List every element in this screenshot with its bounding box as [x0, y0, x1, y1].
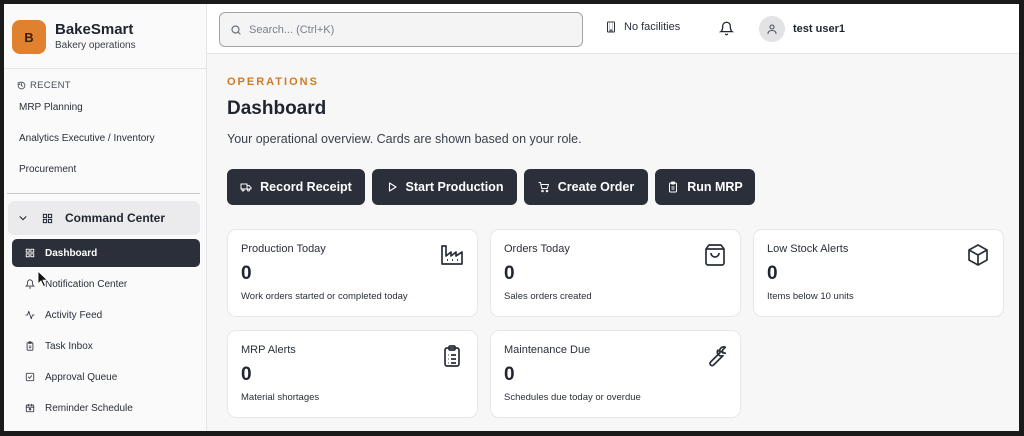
brand[interactable]: B BakeSmart Bakery operations: [12, 20, 136, 54]
card-value: 0: [241, 263, 252, 284]
card-description: Items below 10 units: [767, 291, 854, 302]
card-value: 0: [504, 263, 515, 284]
recent-item-analytics-inventory[interactable]: Analytics Executive / Inventory: [19, 133, 155, 144]
recent-heading-label: RECENT: [30, 80, 71, 91]
facility-label: No facilities: [624, 21, 681, 33]
check-square-icon: [25, 372, 35, 382]
card-description: Work orders started or completed today: [241, 291, 408, 302]
nav-section-command-center[interactable]: Command Center: [8, 201, 200, 235]
card-value: 0: [241, 364, 252, 385]
sidebar-item-label: Reminder Schedule: [45, 402, 133, 414]
divider: [4, 68, 207, 69]
sidebar-item-label: Task Inbox: [45, 340, 93, 352]
section-eyebrow: OPERATIONS: [227, 76, 319, 88]
card-mrp-alerts[interactable]: MRP Alerts 0 Material shortages: [227, 330, 478, 418]
nav-section-label: Command Center: [65, 211, 166, 225]
recent-heading: RECENT: [17, 80, 71, 91]
sidebar: B BakeSmart Bakery operations RECENT MRP…: [4, 4, 207, 431]
user-menu[interactable]: test user1: [759, 16, 845, 42]
start-production-button[interactable]: Start Production: [372, 169, 517, 205]
building-icon: [607, 21, 615, 33]
card-value: 0: [504, 364, 515, 385]
cart-icon: [538, 182, 549, 193]
card-title: Low Stock Alerts: [767, 243, 849, 255]
card-title: Production Today: [241, 243, 326, 255]
card-description: Sales orders created: [504, 291, 592, 302]
main-content: OPERATIONS Dashboard Your operational ov…: [207, 55, 1019, 431]
truck-icon: [240, 183, 252, 192]
card-title: Maintenance Due: [504, 344, 591, 356]
grid-icon: [42, 213, 53, 223]
bell-icon: [25, 279, 35, 289]
card-description: Material shortages: [241, 392, 320, 403]
facility-selector[interactable]: No facilities: [605, 21, 680, 33]
search-input[interactable]: [249, 23, 549, 36]
search-icon: [231, 24, 241, 35]
factory-icon: [441, 245, 463, 265]
card-low-stock-alerts[interactable]: Low Stock Alerts 0 Items below 10 units: [753, 229, 1004, 317]
card-orders-today[interactable]: Orders Today 0 Sales orders created: [490, 229, 741, 317]
button-label: Run MRP: [687, 180, 743, 194]
recent-item-procurement[interactable]: Procurement: [19, 164, 76, 175]
app-window: B BakeSmart Bakery operations RECENT MRP…: [4, 4, 1019, 431]
avatar: [759, 16, 785, 42]
card-description: Schedules due today or overdue: [504, 392, 641, 403]
sidebar-item-reminder-schedule[interactable]: Reminder Schedule: [12, 394, 200, 422]
page-title: Dashboard: [227, 98, 327, 119]
brand-subtitle: Bakery operations: [55, 40, 136, 51]
user-name: test user1: [793, 23, 845, 35]
sidebar-item-activity-feed[interactable]: Activity Feed: [12, 301, 200, 329]
grid-icon: [25, 248, 35, 258]
clipboard-icon: [669, 181, 678, 193]
sidebar-item-label: Approval Queue: [45, 371, 118, 383]
sidebar-item-label: Dashboard: [45, 247, 98, 259]
sidebar-item-label: Notification Center: [45, 278, 128, 290]
calendar-icon: [25, 403, 35, 413]
divider: [7, 193, 200, 194]
mouse-cursor-icon: [37, 270, 49, 288]
card-value: 0: [767, 263, 778, 284]
search-box[interactable]: [219, 12, 583, 47]
bell-icon[interactable]: [719, 21, 734, 36]
button-label: Start Production: [405, 180, 504, 194]
run-mrp-button[interactable]: Run MRP: [655, 169, 755, 205]
card-maintenance-due[interactable]: Maintenance Due 0 Schedules due today or…: [490, 330, 741, 418]
play-icon: [388, 182, 397, 192]
card-production-today[interactable]: Production Today 0 Work orders started o…: [227, 229, 478, 317]
page-subtitle: Your operational overview. Cards are sho…: [227, 132, 582, 146]
button-label: Record Receipt: [260, 180, 352, 194]
button-label: Create Order: [557, 180, 635, 194]
clipboard-icon: [26, 341, 34, 351]
shopping-bag-icon: [705, 244, 725, 266]
sidebar-item-label: Activity Feed: [45, 309, 103, 321]
sidebar-item-dashboard[interactable]: Dashboard: [12, 239, 200, 267]
create-order-button[interactable]: Create Order: [524, 169, 648, 205]
recent-item-mrp-planning[interactable]: MRP Planning: [19, 102, 83, 113]
card-title: Orders Today: [504, 243, 570, 255]
wrench-icon: [709, 346, 727, 367]
clipboard-list-icon: [444, 345, 460, 367]
quick-actions: Record Receipt Start Production Create O…: [227, 169, 762, 205]
history-icon: [17, 81, 26, 90]
package-icon: [968, 244, 988, 266]
brand-logo: B: [12, 20, 46, 54]
brand-name: BakeSmart: [55, 21, 134, 38]
chevron-down-icon: [19, 216, 27, 221]
activity-icon: [25, 310, 35, 320]
sidebar-item-approval-queue[interactable]: Approval Queue: [12, 363, 200, 391]
record-receipt-button[interactable]: Record Receipt: [227, 169, 365, 205]
top-bar: No facilities test user1: [207, 4, 1019, 54]
card-title: MRP Alerts: [241, 344, 296, 356]
sidebar-item-task-inbox[interactable]: Task Inbox: [12, 332, 200, 360]
user-icon: [767, 24, 777, 35]
